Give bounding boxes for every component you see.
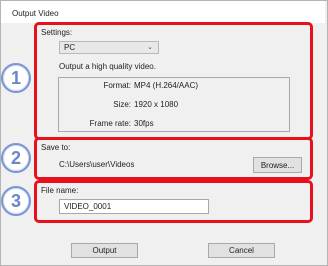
callout-number-3: 3 [1, 186, 31, 216]
dialog-title: Output Video [12, 9, 59, 18]
settings-highlight-frame [34, 22, 313, 140]
save-to-highlight-frame [34, 137, 313, 180]
output-button[interactable]: Output [71, 243, 138, 258]
title-bar[interactable]: Output Video [1, 1, 325, 23]
file-name-highlight-frame [34, 180, 313, 223]
callout-number-2: 2 [1, 143, 31, 173]
callout-number-1: 1 [1, 63, 31, 93]
cancel-button[interactable]: Cancel [208, 243, 275, 258]
